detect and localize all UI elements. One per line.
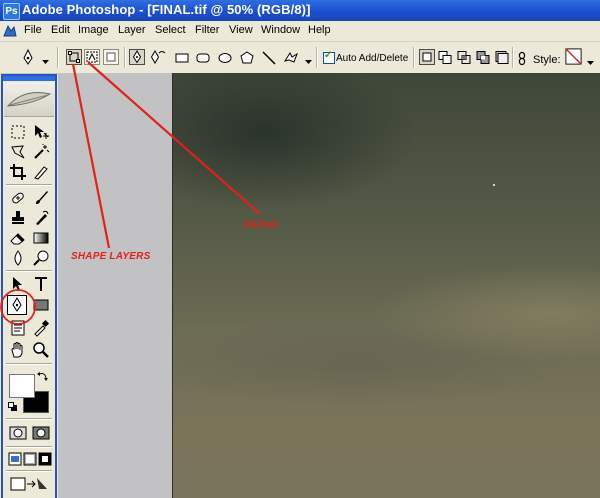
paths-annotation: PATHS (244, 220, 278, 231)
shape-layers-annotation: SHAPE LAYERS (71, 251, 151, 262)
annotation-lines (0, 61, 261, 325)
